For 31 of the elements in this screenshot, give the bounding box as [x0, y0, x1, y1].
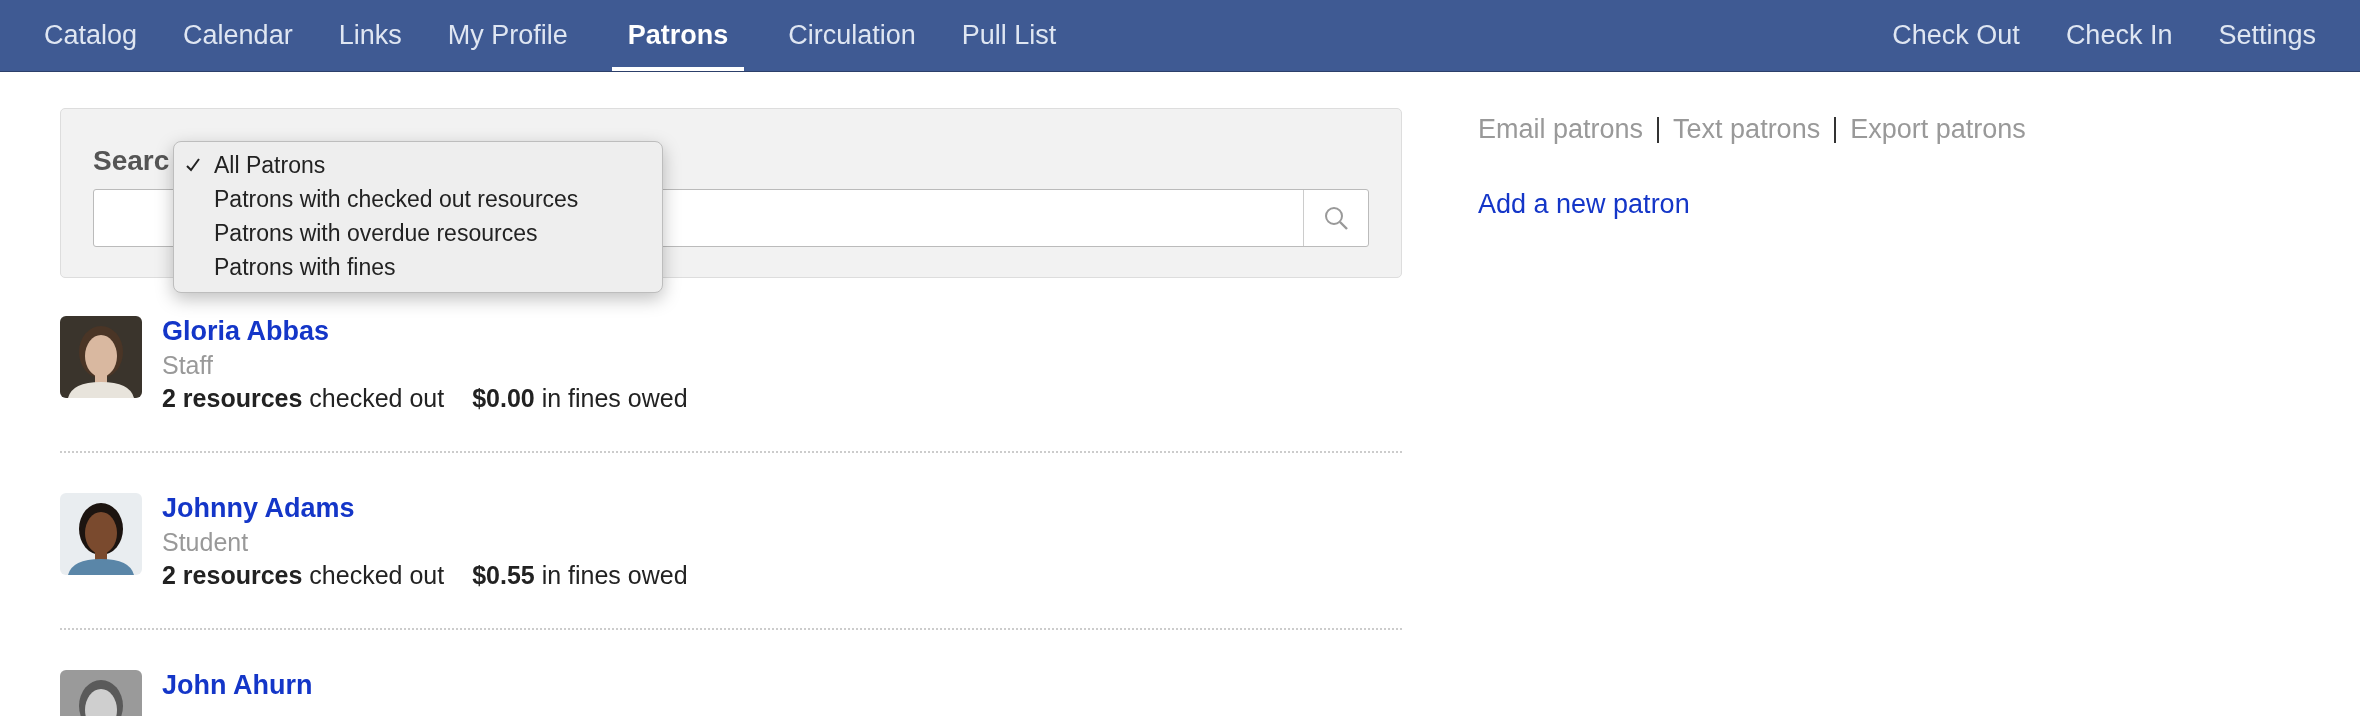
nav-tab[interactable]: Calendar — [181, 0, 295, 71]
menu-item[interactable]: Patrons with checked out resources — [174, 182, 662, 216]
nav-tab[interactable]: My Profile — [445, 0, 570, 71]
resources-summary: 2 resources checked out — [162, 384, 445, 413]
nav-tab[interactable]: Check In — [2063, 0, 2175, 71]
nav-tab[interactable]: Check Out — [1890, 0, 2022, 71]
patron-name-link[interactable]: Johnny Adams — [162, 493, 688, 524]
action-link[interactable]: Text patrons — [1673, 114, 1821, 145]
action-link[interactable]: Export patrons — [1850, 114, 2026, 145]
nav-tab[interactable]: Links — [336, 0, 404, 71]
fines-summary: $0.55 in fines owed — [472, 561, 688, 590]
nav-tab[interactable]: Circulation — [786, 0, 918, 71]
nav-tab[interactable]: Patrons — [611, 0, 745, 71]
search-icon — [1323, 205, 1349, 231]
patron-role: Student — [162, 528, 250, 557]
add-patron-link[interactable]: Add a new patron — [1478, 189, 2026, 220]
menu-item[interactable]: All Patrons — [174, 148, 662, 182]
action-link[interactable]: Email patrons — [1478, 114, 1644, 145]
nav-tab[interactable]: Settings — [2216, 0, 2318, 71]
separator-bar — [1657, 116, 1660, 143]
menu-item[interactable]: Patrons with fines — [174, 250, 662, 284]
search-label: Searc — [93, 145, 170, 176]
nav-tab[interactable]: Catalog — [42, 0, 140, 71]
separator-bar — [1834, 116, 1837, 143]
fines-summary: $0.00 in fines owed — [472, 384, 688, 413]
patron-name-link[interactable]: John Ahurn — [162, 670, 313, 701]
patron-role: Staff — [162, 351, 214, 380]
nav-tab[interactable]: Pull List — [959, 0, 1059, 71]
patron-name-link[interactable]: Gloria Abbas — [162, 316, 688, 347]
menu-item[interactable]: Patrons with overdue resources — [174, 216, 662, 250]
resources-summary: 2 resources checked out — [162, 561, 445, 590]
